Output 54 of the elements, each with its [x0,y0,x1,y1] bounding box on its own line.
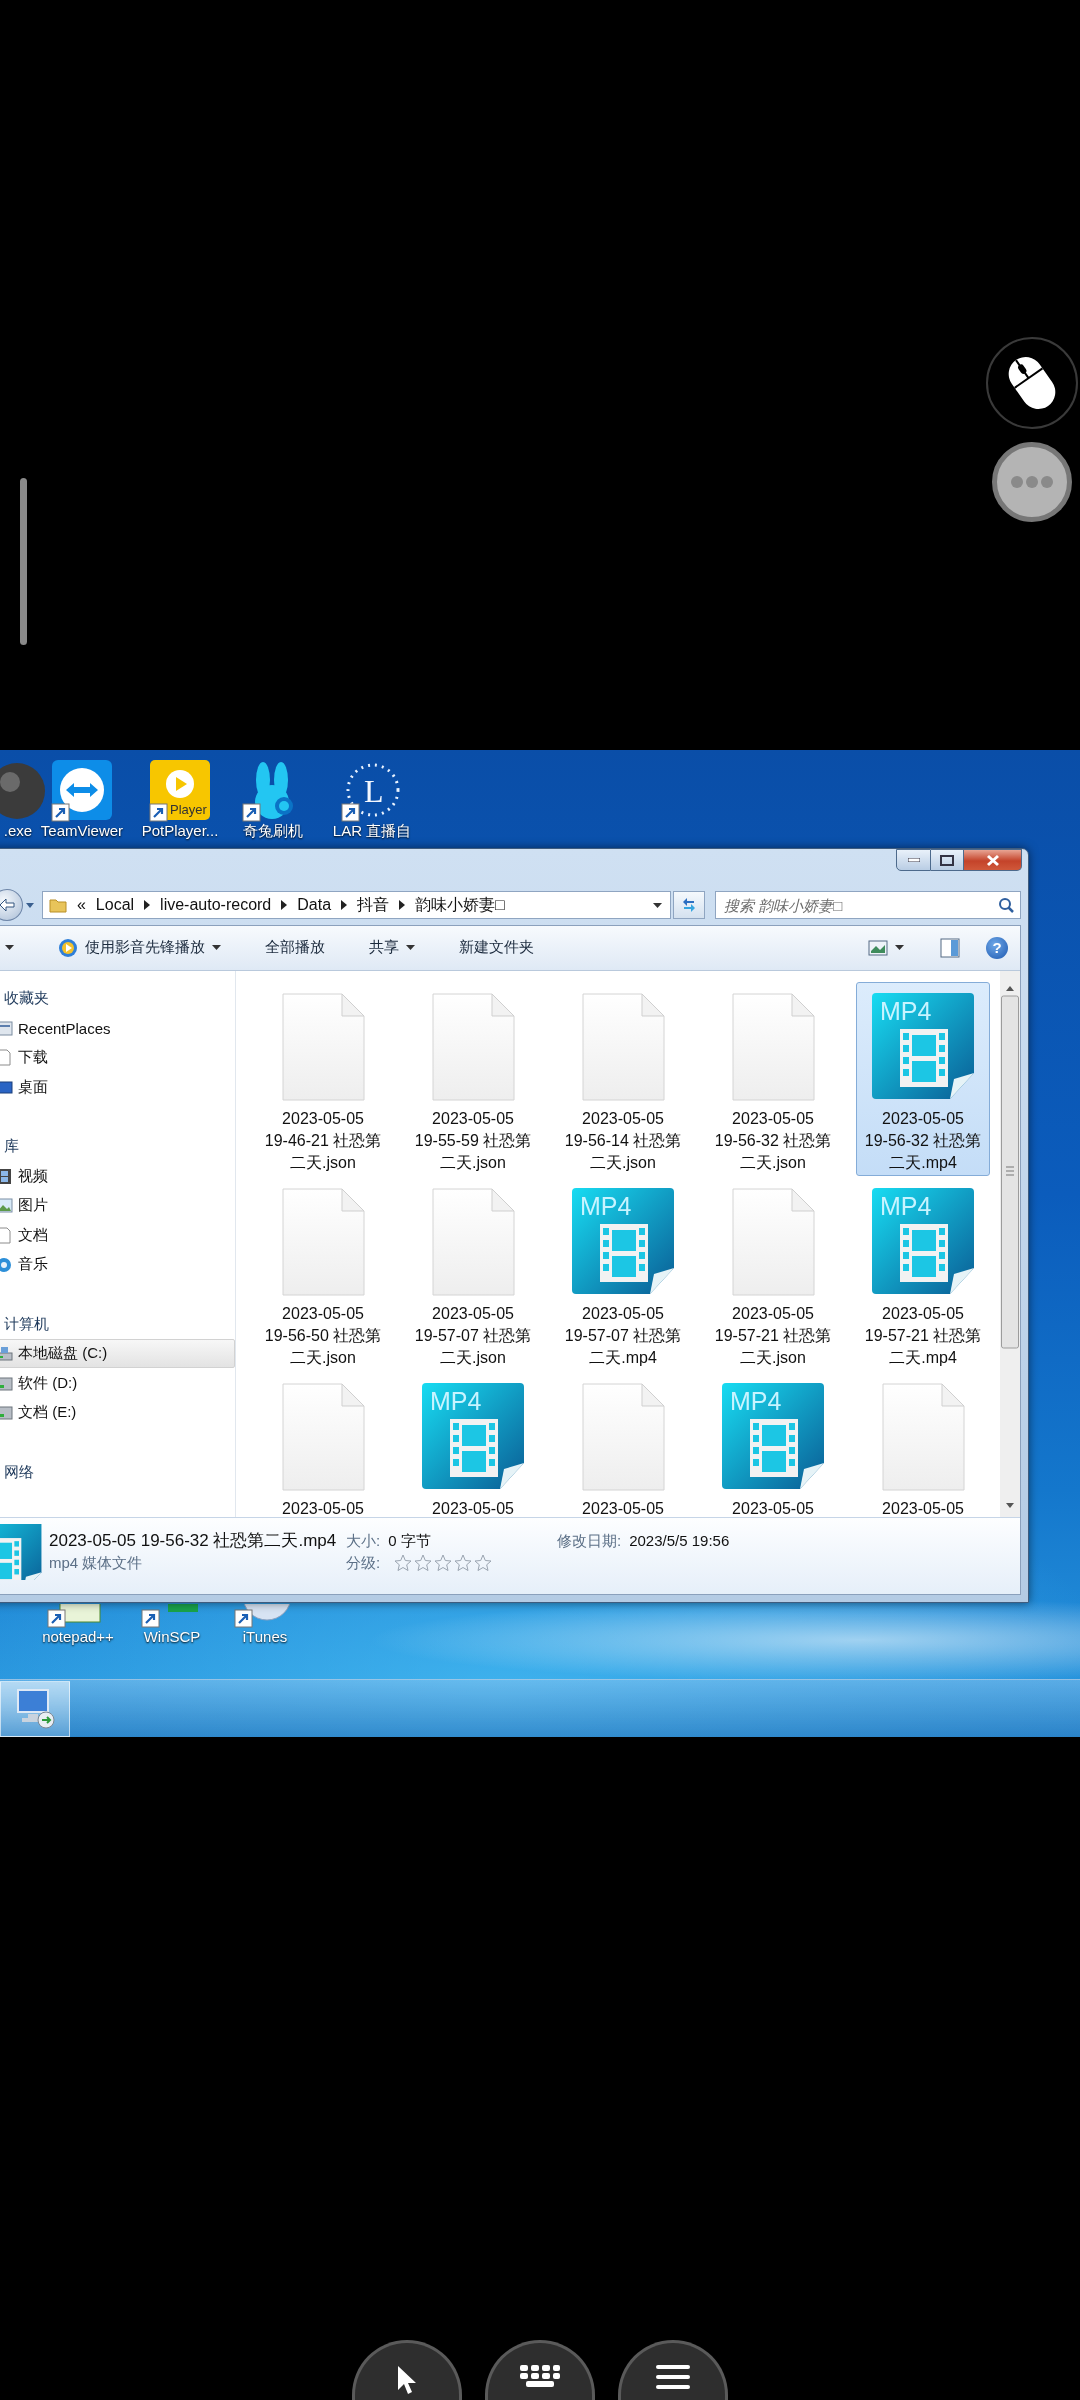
nav-item[interactable]: 桌面 [0,1072,235,1103]
shortcut-label[interactable]: LAR 直播自 [332,822,412,840]
nav-item[interactable]: 音乐 [0,1250,235,1280]
breadcrumb[interactable]: live-auto-record [160,896,272,914]
nav-item[interactable]: 软件 (D:) [0,1368,235,1399]
nav-heading[interactable]: 收藏夹 [0,983,235,1014]
breadcrumb[interactable]: Data [297,896,332,914]
breadcrumb[interactable]: Local [95,896,135,914]
file-item[interactable]: MP4 2023-05-05 19-57-07 社恐第 二天.mp4 [556,1176,690,1371]
size-label: 大小: [346,1531,381,1552]
file-item[interactable]: 2023-05-05 [256,1371,390,1518]
toolbar-button[interactable]: 全部播放 [255,932,335,963]
nav-heading[interactable]: 库 [0,1131,235,1162]
file-item[interactable]: MP4 2023-05-05 [706,1371,840,1518]
nav-heading[interactable]: 计算机 [0,1309,235,1339]
toolbar-button[interactable]: 共享 [359,932,425,963]
file-item[interactable]: 2023-05-05 [856,1371,990,1518]
file-item[interactable]: 2023-05-05 [556,1371,690,1518]
file-item[interactable]: 2023-05-05 19-56-32 社恐第 二天.json [706,981,840,1176]
shortcut-label[interactable]: .exe [3,822,33,840]
file-item[interactable]: MP4 2023-05-05 19-56-32 社恐第 二天.mp4 [856,981,990,1176]
shortcut-label[interactable]: PotPlayer... [141,822,219,840]
breadcrumb[interactable]: 抖音 [357,894,390,916]
nav-item[interactable]: 文档 (E:) [0,1398,235,1428]
file-item[interactable]: MP4 2023-05-05 [406,1371,540,1518]
toolbar-button[interactable]: 新建文件夹 [449,932,544,963]
nav-item[interactable]: 本地磁盘 (C:) [0,1338,235,1369]
modified-label: 修改日期: [557,1531,622,1552]
nav-item[interactable]: 文档 [0,1220,235,1251]
file-item[interactable]: MP4 2023-05-05 19-57-21 社恐第 二天.mp4 [856,1176,990,1371]
nav-item[interactable]: 视频 [0,1161,235,1191]
file-item[interactable]: 2023-05-05 19-56-14 社恐第 二天.json [556,981,690,1176]
modified-date: 2023/5/5 19:56 [629,1531,730,1552]
file-type: mp4 媒体文件 [49,1553,144,1574]
address-bar[interactable]: « Local live-auto-record Data 抖音 韵味小娇妻□ [41,891,672,919]
toolbar-button[interactable]: 使用影音先锋播放 [48,932,231,963]
breadcrumb[interactable]: 韵味小娇妻□ [415,894,505,916]
search-field[interactable]: 搜索 韵味小娇妻□ [715,891,1021,919]
file-item[interactable]: 2023-05-05 19-55-59 社恐第 二天.json [406,981,540,1176]
nav-item[interactable]: RecentPlaces [0,1013,235,1043]
file-name: 2023-05-05 19-56-32 社恐第二天.mp4 [49,1530,338,1553]
overflow-chevrons[interactable]: « [76,896,86,914]
file-item[interactable]: 2023-05-05 19-57-07 社恐第 二天.json [406,1176,540,1371]
shortcut-label[interactable]: TeamViewer [40,822,124,840]
file-item[interactable]: 2023-05-05 19-46-21 社恐第 二天.json [256,981,390,1176]
play-icon[interactable]: Player [148,760,212,822]
rating-label: 分级: [346,1553,381,1574]
nav-item[interactable]: 下载 [0,1042,235,1073]
size-value: 0 字节 [388,1531,431,1552]
nav-heading[interactable]: 网络 [0,1457,235,1487]
shortcut-label[interactable]: 奇兔刷机 [243,822,303,840]
file-item[interactable]: 2023-05-05 19-57-21 社恐第 二天.json [706,1176,840,1371]
file-item[interactable]: 2023-05-05 19-56-50 社恐第 二天.json [256,1176,390,1371]
nav-item[interactable]: 图片 [0,1190,235,1221]
